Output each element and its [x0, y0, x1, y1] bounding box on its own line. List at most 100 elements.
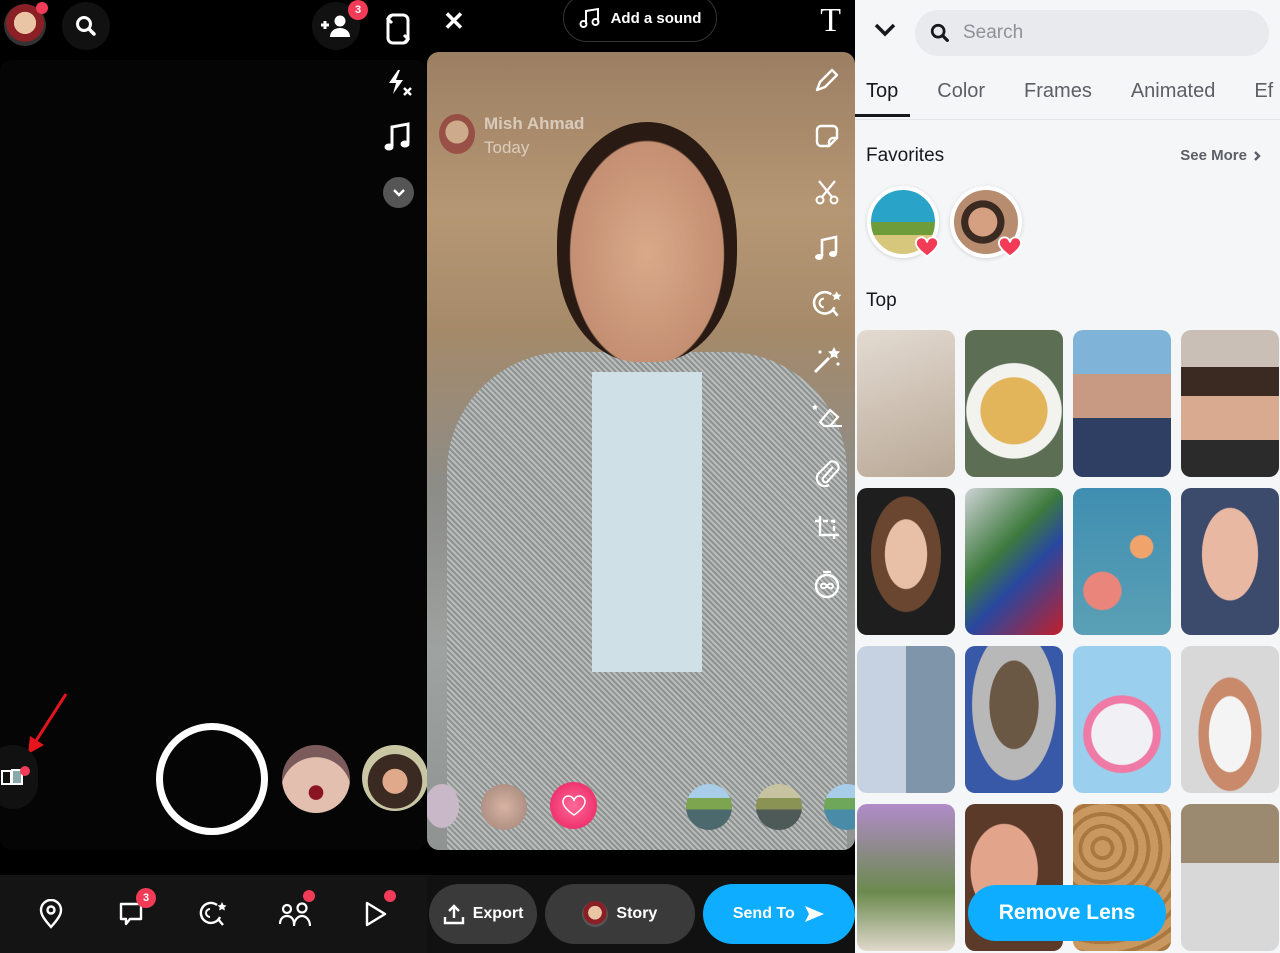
overlay-timestamp: Today: [484, 138, 530, 157]
lens-carousel-item-clown[interactable]: [282, 745, 350, 813]
eraser-icon: [812, 404, 842, 428]
magic-tool[interactable]: [809, 340, 845, 380]
lens-tile[interactable]: [1181, 646, 1279, 793]
scissors-tool[interactable]: [809, 172, 845, 212]
search-input[interactable]: Search: [915, 10, 1269, 56]
snap-photo[interactable]: Mish Ahmad Today: [427, 52, 855, 850]
send-to-label: Send To: [732, 905, 795, 922]
lens-tile[interactable]: [1181, 330, 1279, 477]
filter-carousel-selected[interactable]: [550, 782, 597, 829]
lens-tile[interactable]: [857, 646, 955, 793]
nav-map[interactable]: [29, 892, 73, 936]
tabs-divider: [855, 119, 1280, 120]
see-more-link[interactable]: See More: [1180, 147, 1261, 164]
lens-explore-icon: [200, 901, 227, 926]
nav-stories[interactable]: [273, 890, 317, 936]
memories-button[interactable]: [0, 745, 38, 809]
favorites-title: Favorites: [866, 145, 945, 166]
flash-button[interactable]: [384, 68, 414, 98]
magic-wand-icon: [813, 347, 840, 374]
story-button[interactable]: Story: [545, 884, 695, 944]
lens-tile[interactable]: [965, 646, 1063, 793]
attach-tool[interactable]: [809, 452, 845, 492]
tab-effects[interactable]: Ef: [1254, 80, 1273, 117]
send-to-button[interactable]: Send To: [702, 884, 855, 944]
pencil-icon: [815, 68, 839, 92]
camera-panel: 3 3: [0, 0, 427, 953]
sticker-tool[interactable]: [809, 116, 845, 156]
nav-spotlight[interactable]: [354, 890, 398, 936]
music-note-icon: [579, 7, 600, 28]
tab-frames[interactable]: Frames: [1024, 80, 1092, 117]
filter-carousel-item-landscape-2[interactable]: [756, 784, 802, 830]
filter-carousel-item-2[interactable]: [481, 784, 527, 830]
editor-action-bar: Export Story Send To: [427, 875, 855, 953]
red-arrow-annotation: [28, 693, 68, 754]
add-sound-button[interactable]: Add a sound: [563, 0, 717, 42]
draw-tool[interactable]: [809, 60, 845, 100]
stories-notification-dot: [302, 890, 315, 902]
nav-chat[interactable]: 3: [110, 888, 157, 936]
chat-badge: 3: [136, 888, 157, 908]
scissors-icon: [815, 180, 839, 205]
lens-tool[interactable]: [809, 284, 845, 324]
memories-notification-dot: [20, 766, 30, 776]
editor-toolbar: [809, 60, 845, 604]
lens-tile[interactable]: [857, 804, 955, 951]
export-label: Export: [472, 905, 524, 922]
bottom-navigation: 3: [0, 875, 427, 953]
see-more-label: See More: [1180, 147, 1247, 164]
nav-lenses[interactable]: [191, 892, 235, 936]
lens-tile[interactable]: [965, 488, 1063, 635]
lens-carousel-item-portrait[interactable]: [362, 745, 427, 811]
avatar-notification-dot: [36, 2, 48, 14]
search-icon: [930, 23, 949, 42]
tab-color[interactable]: Color: [937, 80, 985, 117]
face-shape: [557, 122, 737, 362]
top-section-title: Top: [866, 290, 897, 311]
text-tool-button[interactable]: T: [820, 2, 841, 40]
crop-tool[interactable]: [809, 508, 845, 548]
remove-lens-button[interactable]: Remove Lens: [968, 885, 1166, 941]
timer-icon: [814, 570, 840, 599]
sticker-icon: [815, 124, 839, 148]
export-button[interactable]: Export: [429, 884, 538, 944]
lens-tile[interactable]: [1073, 488, 1171, 635]
more-tools-button[interactable]: [383, 177, 414, 208]
lens-explorer-panel: Search Top Color Frames Animated Ef Favo…: [855, 0, 1280, 953]
search-button[interactable]: [62, 2, 110, 50]
tab-animated[interactable]: Animated: [1131, 80, 1216, 117]
lens-tile[interactable]: [1181, 804, 1279, 951]
lens-tile[interactable]: [1073, 330, 1171, 477]
capture-button[interactable]: [156, 723, 268, 835]
music-button[interactable]: [384, 122, 412, 152]
heart-icon: [998, 236, 1022, 258]
lens-icon: [812, 290, 842, 317]
eraser-tool[interactable]: [809, 396, 845, 436]
lens-tile[interactable]: [1073, 646, 1171, 793]
export-icon: [443, 904, 464, 925]
add-friend-icon: [321, 15, 350, 37]
lens-tile[interactable]: [965, 330, 1063, 477]
overlay-avatar: [439, 114, 475, 154]
lens-tile[interactable]: [1181, 488, 1279, 635]
music-tool[interactable]: [809, 228, 845, 268]
lens-grid: [857, 330, 1279, 951]
music-icon: [815, 235, 838, 260]
search-icon: [76, 16, 96, 36]
music-note-icon: [384, 122, 410, 151]
filter-carousel-item-landscape-1[interactable]: [686, 784, 732, 830]
collapse-button[interactable]: [873, 22, 897, 38]
overlay-username: Mish Ahmad: [484, 114, 585, 133]
tab-top[interactable]: Top: [855, 80, 911, 117]
flip-camera-icon: [385, 13, 411, 45]
flip-camera-button[interactable]: [384, 12, 412, 46]
close-button[interactable]: ✕: [443, 6, 465, 37]
timer-tool[interactable]: [809, 564, 845, 604]
snap-editor-panel: Mish Ahmad Today ✕ Add a sound T Export: [427, 0, 855, 953]
lens-tile[interactable]: [857, 330, 955, 477]
shirt-shape: [592, 372, 702, 672]
story-avatar: [582, 901, 609, 927]
lens-tile[interactable]: [857, 488, 955, 635]
flash-off-icon: [389, 70, 412, 96]
